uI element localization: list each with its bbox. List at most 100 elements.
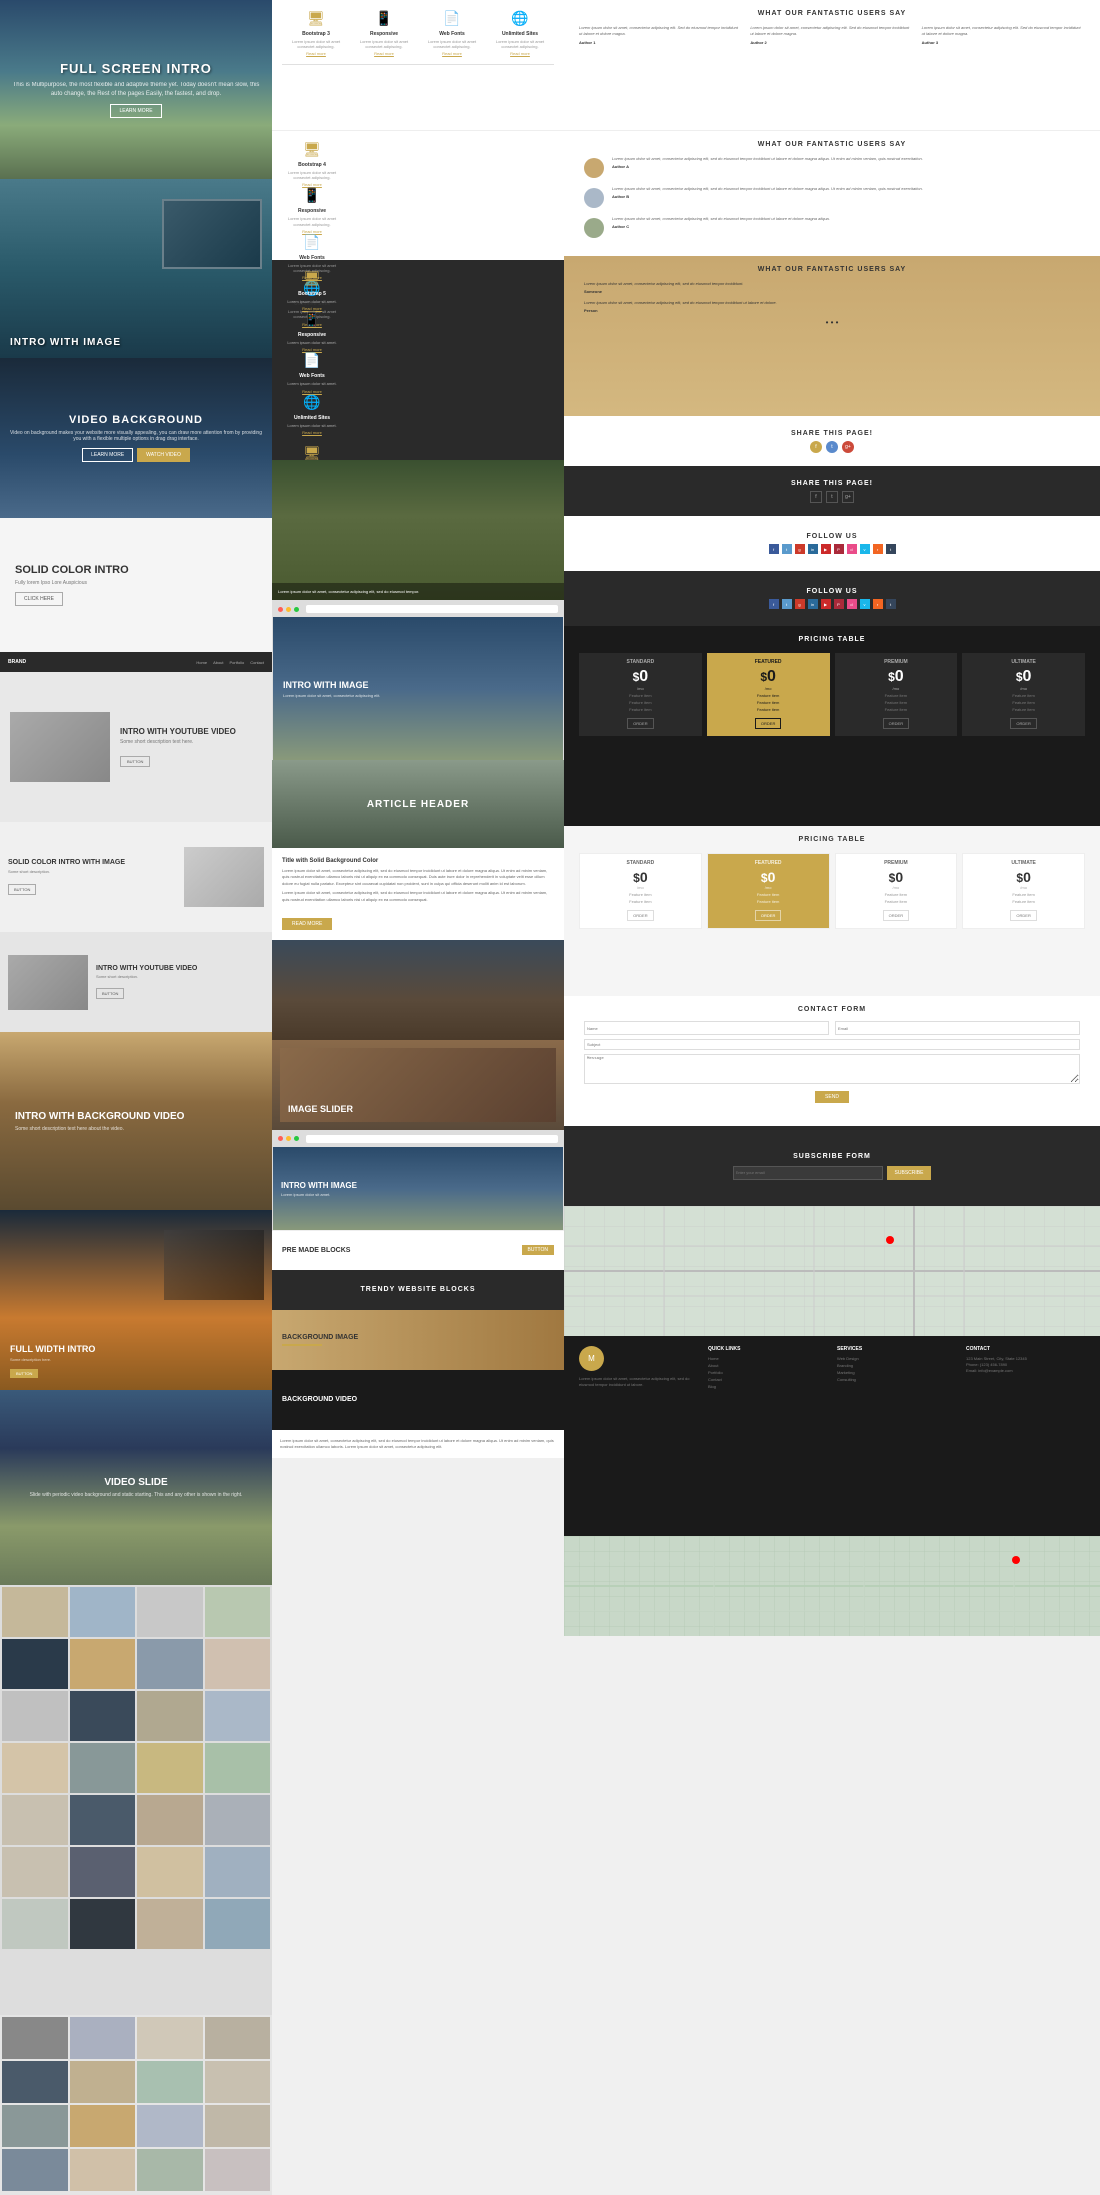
youtube-intro-btn[interactable]: BUTTON [120, 756, 150, 767]
pricing-standard-f3: Feature item [585, 707, 696, 712]
contact-name-input[interactable] [584, 1021, 829, 1035]
solid-color-intro-btn[interactable]: CLICK HERE [15, 592, 63, 606]
video-bg-btn1[interactable]: LEARN MORE [82, 448, 133, 462]
browser2-url-bar[interactable] [306, 1135, 558, 1143]
thumb-21 [2, 1847, 68, 1897]
twitter-share-dark-icon[interactable]: t [826, 491, 838, 503]
follow-dark-youtube-icon[interactable]: ▶ [821, 599, 831, 609]
follow-dark-google-icon[interactable]: g [795, 599, 805, 609]
pricing-featured-price: $0 [713, 668, 824, 686]
follow-dark-facebook-icon[interactable]: f [769, 599, 779, 609]
pricing-light-premium-btn[interactable]: ORDER [883, 910, 909, 921]
pricing-light-standard-btn[interactable]: ORDER [627, 910, 653, 921]
footer-link-blog[interactable]: Blog [708, 1384, 827, 1389]
middle-column: 🖥 Bootstrap 3 Lorem ipsum dolor sit amet… [272, 0, 564, 1458]
pre-made-btn[interactable]: BUTTON [522, 1245, 554, 1255]
contact-subject-input[interactable] [584, 1039, 1080, 1050]
pricing-ultimate-btn[interactable]: ORDER [1010, 718, 1036, 729]
footer-service-3[interactable]: Marketing [837, 1370, 956, 1375]
follow-tumblr-icon[interactable]: t [886, 544, 896, 554]
pricing-light-ultimate-plan: ULTIMATE [969, 860, 1078, 866]
pre-made-title: PRE MADE BLOCKS [282, 1247, 350, 1254]
pricing-standard-btn[interactable]: ORDER [627, 718, 653, 729]
feature-responsive1-link[interactable]: Read more [374, 51, 394, 56]
pricing-light-table: STANDARD $0 /mo Feature item Feature ite… [579, 853, 1085, 929]
subscribe-btn[interactable]: SUBSCRIBE [887, 1166, 932, 1180]
full-screen-intro-btn[interactable]: LEARN MORE [110, 104, 161, 118]
facebook-share-icon[interactable]: f [810, 441, 822, 453]
feature-bootstrap3-link[interactable]: Read more [306, 51, 326, 56]
follow-linkedin-icon[interactable]: in [808, 544, 818, 554]
follow-vimeo-icon[interactable]: v [860, 544, 870, 554]
follow-google-icon[interactable]: g [795, 544, 805, 554]
browser-preview-intro-image: INTRO WITH IMAGE Lorem ipsum dolor sit a… [272, 600, 564, 760]
contact-email-input[interactable] [835, 1021, 1080, 1035]
testimonial-desert-1: Lorem ipsum dolor sit amet, consectetur … [584, 281, 1080, 294]
full-width-intro-btn[interactable]: BUTTON [10, 1369, 38, 1378]
footer-link-portfolio[interactable]: Portfolio [708, 1370, 827, 1375]
thumb-12 [205, 1691, 271, 1741]
thumb-17 [2, 1795, 68, 1845]
feature-responsive2: 📱 Responsive Lorem ipsum dolor sit amet … [282, 187, 342, 233]
youtube2-btn[interactable]: BUTTON [96, 988, 124, 999]
follow-facebook-icon[interactable]: f [769, 544, 779, 554]
follow-dark-linkedin-icon[interactable]: in [808, 599, 818, 609]
map-pin [886, 1236, 894, 1244]
nav-item-contact[interactable]: Contact [250, 660, 264, 665]
footer-service-4[interactable]: Consulting [837, 1377, 956, 1382]
dark-feature-4-title: Unlimited Sites [294, 415, 330, 421]
contact-message-textarea[interactable] [584, 1054, 1080, 1084]
follow-twitter-icon[interactable]: t [782, 544, 792, 554]
testimonial-dots: • • • [584, 318, 1080, 327]
solid-color-image-btn[interactable]: BUTTON [8, 884, 36, 895]
follow-dark-tumblr-icon[interactable]: t [886, 599, 896, 609]
follow-rss-icon[interactable]: r [873, 544, 883, 554]
follow-dark-twitter-icon[interactable]: t [782, 599, 792, 609]
facebook-share-dark-icon[interactable]: f [810, 491, 822, 503]
googleplus-share-dark-icon[interactable]: g+ [842, 491, 854, 503]
article-subtitle: Title with Solid Background Color [282, 858, 554, 864]
browser-url-bar[interactable] [306, 605, 558, 613]
footer-link-about[interactable]: About [708, 1363, 827, 1368]
contact-send-btn[interactable]: SEND [815, 1091, 849, 1103]
pricing-standard-f2: Feature item [585, 700, 696, 705]
follow-youtube-icon[interactable]: ▶ [821, 544, 831, 554]
users-say-1-title: WHAT OUR FANTASTIC USERS SAY [579, 10, 1085, 17]
pricing-featured-btn[interactable]: ORDER [755, 718, 781, 729]
share-light-section: SHARE THIS PAGE! f t g+ [564, 416, 1100, 466]
follow-dark-pinterest-icon[interactable]: P [834, 599, 844, 609]
small-10 [70, 2105, 136, 2147]
twitter-share-icon[interactable]: t [826, 441, 838, 453]
footer-service-1[interactable]: Web Design [837, 1356, 956, 1361]
footer-service-2[interactable]: Branding [837, 1363, 956, 1368]
nav-item-home[interactable]: Home [196, 660, 207, 665]
footer-brand-desc: Lorem ipsum dolor sit amet, consectetur … [579, 1376, 698, 1388]
follow-dark-vimeo-icon[interactable]: v [860, 599, 870, 609]
footer-link-home[interactable]: Home [708, 1356, 827, 1361]
dark-feature-4-link[interactable]: Read more [302, 430, 322, 435]
pricing-light-featured-btn[interactable]: ORDER [755, 910, 781, 921]
page-container: FULL SCREEN INTRO This is Multipurpose, … [0, 0, 1100, 1984]
footer-link-contact[interactable]: Contact [708, 1377, 827, 1382]
feature-webfonts1-link[interactable]: Read more [442, 51, 462, 56]
nav-item-about[interactable]: About [213, 660, 223, 665]
follow-dark-dribbble-icon[interactable]: d [847, 599, 857, 609]
nav-item-portfolio[interactable]: Portfolio [230, 660, 245, 665]
browser-bar-2 [273, 1131, 563, 1147]
follow-dark-rss-icon[interactable]: r [873, 599, 883, 609]
small-7 [137, 2061, 203, 2103]
pricing-standard-f1: Feature item [585, 693, 696, 698]
pricing-light-ultimate-btn[interactable]: ORDER [1010, 910, 1036, 921]
follow-light-icons: f t g in ▶ P d v r t [769, 544, 896, 554]
pricing-premium-btn[interactable]: ORDER [883, 718, 909, 729]
pricing-light-standard-plan: STANDARD [586, 860, 695, 866]
subscribe-email-input[interactable] [733, 1166, 883, 1180]
video-bg-btn2[interactable]: WATCH VIDEO [137, 448, 190, 462]
testimonial-3-author: Author 3 [922, 40, 1085, 45]
follow-dribbble-icon[interactable]: d [847, 544, 857, 554]
follow-pinterest-icon[interactable]: P [834, 544, 844, 554]
googleplus-share-icon[interactable]: g+ [842, 441, 854, 453]
article-read-more-btn[interactable]: READ MORE [282, 918, 332, 930]
feature-unlimited1-link[interactable]: Read more [510, 51, 530, 56]
nav-bar-preview: BRAND Home About Portfolio Contact [0, 652, 272, 672]
